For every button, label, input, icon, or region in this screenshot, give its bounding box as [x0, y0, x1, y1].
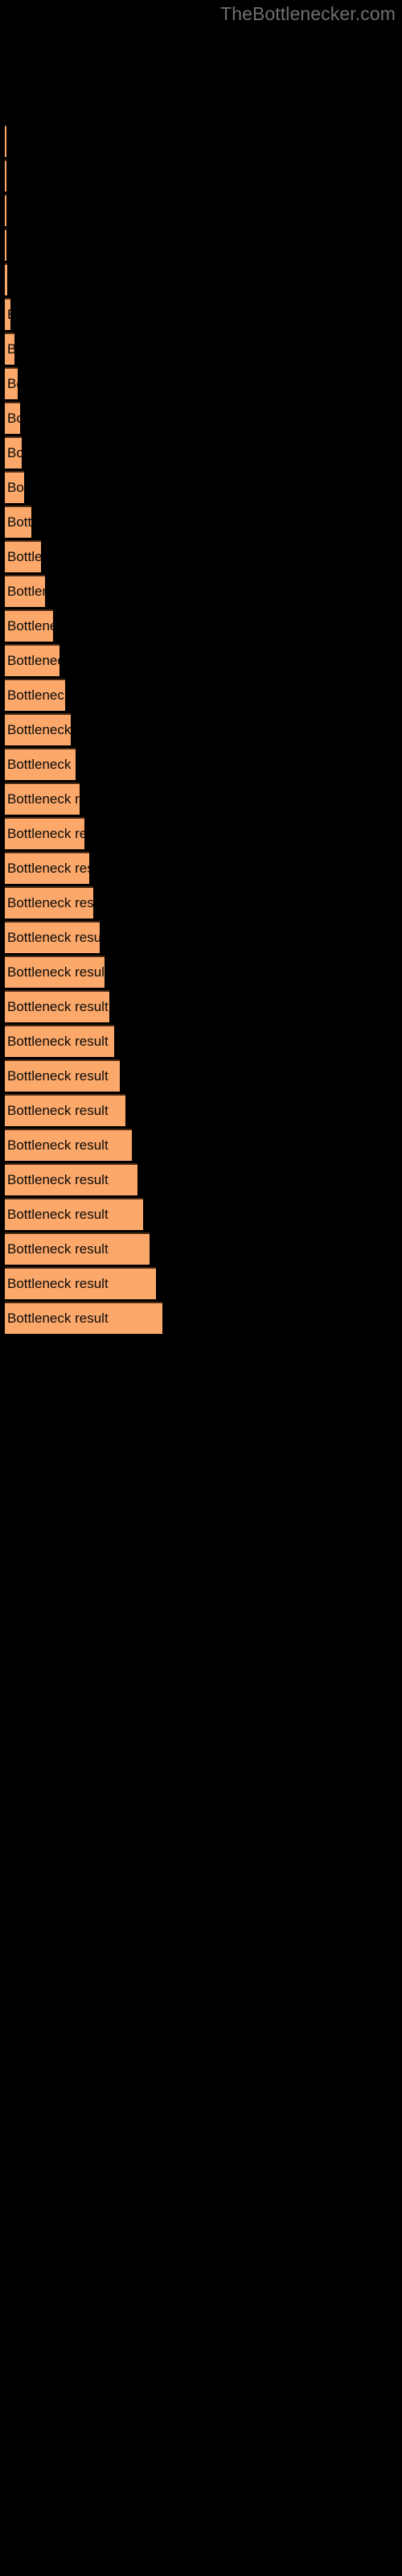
chart-bar[interactable]: Bottleneck result — [5, 748, 76, 780]
bar-label: Bottleneck result — [7, 653, 59, 668]
bar-label: Bottleneck result — [7, 791, 80, 807]
bar-label: Bottleneck result — [7, 1276, 109, 1291]
chart-bar[interactable]: Bottleneck result — [5, 540, 41, 572]
chart-bar[interactable]: Bottleneck result — [5, 1025, 114, 1057]
bar-label: Bottleneck result — [7, 826, 84, 841]
chart-bar[interactable]: Bottleneck result — [5, 1267, 156, 1299]
bar-label: Bottleneck result — [7, 687, 65, 703]
chart-bar[interactable]: Bottleneck result — [5, 194, 6, 226]
bar-label: Bottleneck result — [7, 757, 76, 772]
bar-label: Bottleneck result — [7, 964, 105, 980]
chart-bar[interactable]: Bottleneck result — [5, 1232, 150, 1265]
bar-label: Bottleneck result — [7, 861, 89, 876]
chart-bar[interactable]: Bottleneck result — [5, 402, 20, 434]
bar-label: Bottleneck result — [7, 1172, 109, 1187]
bar-label: Bottleneck result — [7, 930, 100, 945]
chart-bar[interactable]: Bottleneck result — [5, 1163, 137, 1195]
bar-label: Bottleneck result — [7, 584, 45, 599]
page-root: TheBottlenecker.com Bottleneck resultBot… — [0, 0, 402, 2576]
bar-label: Bottleneck result — [7, 618, 53, 634]
chart-bar[interactable]: Bottleneck result — [5, 125, 6, 157]
bar-label: Bottleneck result — [7, 376, 18, 391]
bar-label: Bottleneck result — [7, 1068, 109, 1084]
chart-bar[interactable]: Bottleneck result — [5, 679, 65, 711]
chart-bar[interactable]: Bottleneck result — [5, 229, 6, 261]
chart-bar[interactable]: Bottleneck result — [5, 956, 105, 988]
chart-bar[interactable]: Bottleneck result — [5, 644, 59, 676]
chart-bar[interactable]: Bottleneck result — [5, 471, 24, 503]
chart-bar[interactable]: Bottleneck result — [5, 1198, 143, 1230]
chart-bar[interactable]: Bottleneck result — [5, 1302, 162, 1334]
chart-bar[interactable]: Bottleneck result — [5, 921, 100, 953]
chart-bar[interactable]: Bottleneck result — [5, 713, 71, 745]
chart-bar[interactable]: Bottleneck result — [5, 506, 31, 538]
bar-label: Bottleneck result — [7, 549, 41, 564]
chart-bar[interactable]: Bottleneck result — [5, 575, 45, 607]
chart-bar[interactable]: Bottleneck result — [5, 886, 93, 919]
bar-label: Bottleneck result — [7, 1103, 109, 1118]
chart-bar[interactable]: Bottleneck result — [5, 159, 6, 192]
chart-bar[interactable]: Bottleneck result — [5, 367, 18, 399]
chart-bar[interactable]: Bottleneck result — [5, 298, 10, 330]
chart-bar[interactable]: Bottleneck result — [5, 609, 53, 642]
chart-bar[interactable]: Bottleneck result — [5, 1094, 125, 1126]
bar-label: Bottleneck result — [7, 1241, 109, 1257]
bar-label: Bottleneck result — [7, 722, 71, 737]
chart-bar[interactable]: Bottleneck result — [5, 1129, 132, 1161]
bar-label: Bottleneck result — [7, 514, 31, 530]
chart-bar[interactable]: Bottleneck result — [5, 1059, 120, 1092]
bar-label: Bottleneck result — [7, 1034, 109, 1049]
chart-bar[interactable]: Bottleneck result — [5, 852, 89, 884]
bar-label: Bottleneck result — [7, 307, 10, 323]
chart-bar[interactable]: Bottleneck result — [5, 436, 22, 469]
bar-label: Bottleneck result — [7, 1137, 109, 1153]
chart-bar[interactable]: Bottleneck result — [5, 782, 80, 815]
chart-bar[interactable]: Bottleneck result — [5, 332, 14, 365]
bar-label: Bottleneck result — [7, 999, 109, 1014]
bar-label: Bottleneck result — [7, 445, 22, 460]
bottleneck-bar-chart: Bottleneck result Bottleneck result Bottle… — [0, 0, 402, 2576]
bar-label: Bottleneck result — [7, 480, 24, 495]
bar-label: Bottleneck result — [7, 411, 20, 426]
bar-label: Bottleneck result — [7, 895, 93, 910]
chart-bar[interactable]: Bottleneck result — [5, 263, 7, 295]
bar-label: Bottleneck result — [7, 1207, 109, 1222]
chart-bar[interactable]: Bottleneck result — [5, 817, 84, 849]
chart-bar[interactable]: Bottleneck result — [5, 990, 109, 1022]
bar-label: Bottleneck result — [7, 1311, 109, 1326]
bar-label: Bottleneck result — [7, 341, 14, 357]
